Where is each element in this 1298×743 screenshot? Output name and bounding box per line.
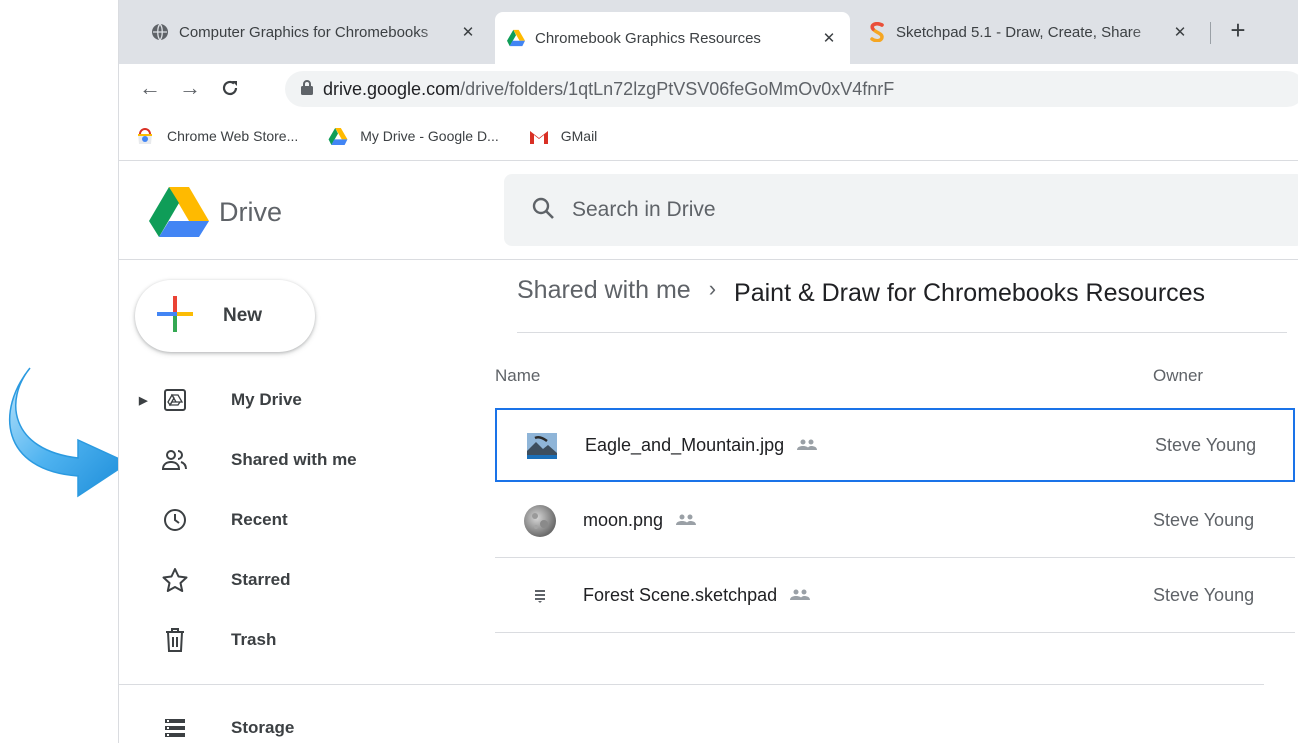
bookmark-label: Chrome Web Store... <box>167 128 299 144</box>
column-header-owner: Owner <box>1153 366 1204 385</box>
file-owner: Steve Young <box>1153 585 1255 605</box>
clock-icon <box>161 506 189 534</box>
url-host: drive.google.com <box>323 78 461 99</box>
url-path: /drive/folders/1qtLn72lzgPtVSV06feGoMmOv… <box>460 78 895 99</box>
shared-people-icon <box>675 510 697 531</box>
bookmark-label: My Drive - Google D... <box>360 128 499 144</box>
sidebar-divider <box>119 684 1264 685</box>
address-bar[interactable]: drive.google.com/drive/folders/1qtLn72lz… <box>285 71 1298 107</box>
tab-title: Sketchpad 5.1 - Draw, Create, Share <box>896 23 1142 41</box>
sketchpad-icon <box>868 22 886 42</box>
breadcrumb-parent[interactable]: Shared with me <box>517 276 691 305</box>
document-icon <box>523 579 557 613</box>
tab-chromebook-graphics-resources[interactable]: Chromebook Graphics Resources ✕ <box>495 12 850 64</box>
new-tab-button[interactable]: + <box>1224 16 1252 44</box>
my-drive-icon <box>161 386 189 414</box>
breadcrumb-separator: › <box>708 276 717 301</box>
close-tab-icon[interactable]: ✕ <box>1171 23 1189 41</box>
reload-icon[interactable] <box>213 71 247 105</box>
sidebar-item-storage[interactable]: Storage <box>119 700 479 743</box>
star-icon <box>161 566 189 594</box>
file-row[interactable]: Eagle_and_Mountain.jpg Steve Young <box>495 408 1295 482</box>
tab-title: Chromebook Graphics Resources <box>535 29 761 47</box>
browser-window: Computer Graphics for Chromebooks ✕ Chro… <box>118 0 1298 743</box>
back-arrow-icon[interactable]: ← <box>133 71 167 105</box>
google-drive-icon <box>507 29 525 47</box>
tab-title: Computer Graphics for Chromebooks <box>179 23 429 41</box>
shared-people-icon <box>796 435 818 456</box>
tab-separator <box>1210 22 1211 44</box>
close-tab-icon[interactable]: ✕ <box>459 23 477 41</box>
storage-icon <box>161 714 189 742</box>
search-placeholder: Search in Drive <box>572 198 716 221</box>
people-icon <box>161 446 189 474</box>
sidebar-item-label: Trash <box>231 630 277 649</box>
tab-sketchpad[interactable]: Sketchpad 5.1 - Draw, Create, Share ✕ <box>856 12 1201 52</box>
gmail-icon <box>529 128 549 144</box>
bookmark-label: GMail <box>560 128 598 144</box>
file-name: Forest Scene.sketchpad <box>583 585 811 606</box>
bookmark-my-drive[interactable]: My Drive - Google D... <box>328 127 499 145</box>
image-thumbnail-icon <box>525 428 559 462</box>
new-button-label: New <box>223 305 263 326</box>
file-owner: Steve Young <box>1153 510 1255 530</box>
sidebar-item-label: Recent <box>231 510 288 529</box>
file-name-text: Forest Scene.sketchpad <box>583 585 778 605</box>
bookmarks-bar: Chrome Web Store... My Drive - Google D.… <box>119 112 1298 161</box>
google-drive-icon <box>328 127 348 145</box>
drive-logo[interactable]: Drive <box>149 187 282 237</box>
breadcrumb-current-folder[interactable]: Paint & Draw for Chromebooks Resources <box>734 279 1205 308</box>
tab-computer-graphics[interactable]: Computer Graphics for Chromebooks ✕ <box>139 12 489 52</box>
bookmark-gmail[interactable]: GMail <box>529 128 598 144</box>
new-button[interactable]: New <box>135 280 315 352</box>
file-name-text: moon.png <box>583 510 664 530</box>
file-name-text: Eagle_and_Mountain.jpg <box>585 434 785 455</box>
file-row[interactable]: moon.png Steve Young <box>495 484 1295 558</box>
search-input[interactable]: Search in Drive <box>504 174 1298 246</box>
search-icon <box>532 197 554 224</box>
google-drive-logo-icon <box>149 187 209 237</box>
sidebar-item-recent[interactable]: Recent <box>119 492 479 548</box>
breadcrumb: Shared with me › Paint & Draw for Chrome… <box>517 276 1287 333</box>
chrome-web-store-icon <box>135 128 155 144</box>
moon-thumbnail-icon <box>523 504 557 538</box>
sidebar-item-label: Starred <box>231 570 291 589</box>
sidebar-item-label: My Drive <box>231 390 302 409</box>
sidebar-item-starred[interactable]: Starred <box>119 552 479 608</box>
file-row[interactable]: Forest Scene.sketchpad Steve Young <box>495 559 1295 633</box>
sidebar-item-my-drive[interactable]: ▶ My Drive <box>119 372 479 428</box>
drive-logo-text: Drive <box>219 196 283 227</box>
lock-icon <box>301 79 313 100</box>
close-tab-icon[interactable]: ✕ <box>820 29 838 47</box>
trash-icon <box>161 626 189 654</box>
file-name: Eagle_and_Mountain.jpg <box>585 435 818 456</box>
sidebar-item-label: Storage <box>231 718 295 737</box>
globe-icon <box>151 23 169 41</box>
forward-arrow-icon[interactable]: → <box>173 71 207 105</box>
expand-caret-icon[interactable]: ▶ <box>139 394 147 407</box>
file-owner: Steve Young <box>1155 434 1257 455</box>
drive-header: Drive Search in Drive <box>119 161 1298 260</box>
tab-strip: Computer Graphics for Chromebooks ✕ Chro… <box>119 0 1298 64</box>
file-name: moon.png <box>583 510 697 531</box>
sidebar-item-shared-with-me[interactable]: Shared with me <box>119 432 479 488</box>
plus-icon <box>157 295 193 337</box>
sidebar-item-trash[interactable]: Trash <box>119 612 479 668</box>
shared-people-icon <box>789 585 811 606</box>
sidebar-item-label: Shared with me <box>231 450 357 469</box>
browser-toolbar: ← → drive.google.com/drive/folders/1qtLn… <box>119 64 1298 112</box>
file-list-header: Name Owner <box>495 366 1295 390</box>
column-header-name[interactable]: Name <box>495 366 540 385</box>
bookmark-chrome-web-store[interactable]: Chrome Web Store... <box>135 128 298 144</box>
